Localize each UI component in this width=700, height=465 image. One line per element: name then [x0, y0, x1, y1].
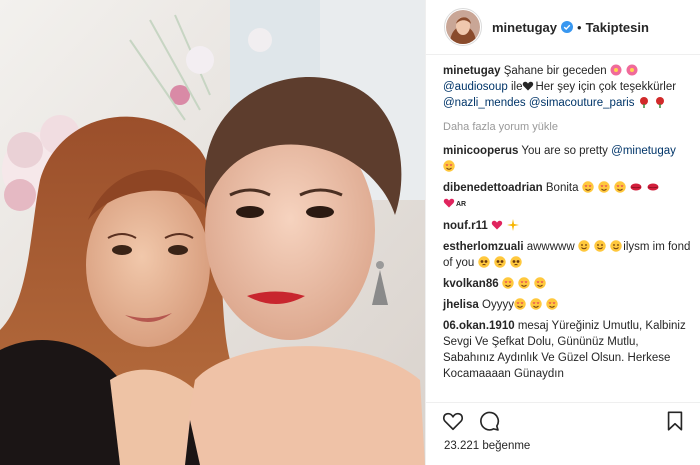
avatar-image — [446, 10, 480, 44]
comment-username[interactable]: kvolkan86 — [443, 278, 499, 290]
comment-username[interactable]: nouf.r11 — [443, 220, 488, 232]
likes-count[interactable]: 23.221 beğenme — [444, 440, 530, 452]
flower-emoji-icon — [610, 64, 622, 76]
heart-eyes-emoji-icon — [530, 298, 542, 310]
comment-item: jhelisa Oyyyy — [443, 297, 691, 313]
comment-item: dibenedettoadrian Bonita AR — [443, 180, 691, 213]
header-username[interactable]: minetugay — [492, 20, 557, 35]
comment-username[interactable]: dibenedettoadrian — [443, 182, 543, 194]
header-separator: • — [577, 19, 582, 35]
caption-text-1: Şahane bir geceden — [503, 65, 607, 77]
instagram-post: minetugay • Takiptesin minetugay Şahane … — [0, 0, 700, 465]
heart-eyes-emoji-icon — [614, 181, 626, 193]
heart-eyes-emoji-icon — [534, 277, 546, 289]
heart-emoji-icon — [522, 80, 534, 92]
comments-list: minetugay Şahane bir geceden @audiosoup … — [426, 63, 700, 401]
comment-username[interactable]: minicooperus — [443, 145, 518, 157]
caption-text-3: Her şey için çok teşekkürler — [535, 81, 677, 93]
heart-eyes-emoji-icon — [514, 298, 526, 310]
verified-badge-icon — [561, 21, 574, 33]
heart-eyes-emoji-icon — [582, 181, 594, 193]
caption-mention-simacouture[interactable]: @simacouture_paris — [529, 97, 635, 109]
pleading-emoji-icon — [510, 256, 522, 268]
comment-item: minicooperus You are so pretty @minetuga… — [443, 143, 691, 175]
comment-item: kvolkan86 — [443, 276, 691, 292]
comment-item: 06.okan.1910 mesaj Yüreğiniz Umutlu, Kal… — [443, 318, 691, 382]
heart-eyes-emoji-icon — [546, 298, 559, 310]
caption-username[interactable]: minetugay — [443, 65, 501, 77]
red-heart-emoji-icon — [491, 219, 503, 231]
heart-eyes-emoji-icon — [443, 160, 455, 172]
post-header: minetugay • Takiptesin — [426, 0, 700, 55]
comment-username[interactable]: 06.okan.1910 — [443, 320, 515, 332]
comment-item: estherlomzuali awwwww ilysm im fond of y… — [443, 239, 691, 271]
flower-emoji-icon — [626, 64, 638, 76]
kiss-lips-emoji-icon — [630, 181, 642, 193]
following-button[interactable]: Takiptesin — [586, 20, 649, 35]
heart-eyes-emoji-icon — [518, 277, 530, 289]
sparkles-emoji-icon — [507, 219, 520, 231]
comment-text: awwwww — [526, 241, 575, 253]
comment-username[interactable]: jhelisa — [443, 299, 479, 311]
pleading-emoji-icon — [477, 256, 490, 268]
red-heart-emoji-icon — [443, 197, 455, 209]
comment-bubble-icon[interactable] — [478, 410, 500, 432]
comment-username[interactable]: estherlomzuali — [443, 241, 524, 253]
post-photo[interactable] — [0, 0, 425, 465]
heart-eyes-emoji-icon — [598, 181, 610, 193]
smiling-emoji-icon — [578, 240, 590, 252]
comment-text: Bonita — [545, 182, 579, 194]
kiss-lips-emoji-icon — [647, 181, 659, 193]
avatar[interactable] — [446, 10, 480, 44]
post-caption: minetugay Şahane bir geceden @audiosoup … — [443, 63, 691, 111]
smiling-emoji-icon — [594, 240, 606, 252]
comment-text: You are so pretty — [521, 145, 608, 157]
caption-mention-audiosoup[interactable]: @audiosoup — [443, 81, 508, 93]
country-badge: AR — [456, 201, 467, 208]
selfie-image — [0, 0, 425, 465]
heart-outline-icon[interactable] — [442, 410, 464, 432]
heart-eyes-emoji-icon — [502, 277, 514, 289]
caption-mention-nazli-mendes[interactable]: @nazli_mendes — [443, 97, 526, 109]
load-more-comments-button[interactable]: Daha fazla yorum yükle — [443, 119, 691, 135]
rose-emoji-icon — [638, 96, 650, 108]
comment-item: nouf.r11 — [443, 218, 691, 234]
smiling-emoji-icon — [610, 240, 622, 252]
pleading-emoji-icon — [494, 256, 506, 268]
comment-mention[interactable]: @minetugay — [611, 145, 676, 157]
rose-emoji-icon — [654, 96, 666, 108]
avatar-ring[interactable] — [444, 8, 482, 46]
post-side-panel: minetugay • Takiptesin minetugay Şahane … — [425, 0, 700, 465]
caption-text-2: ile — [510, 81, 523, 93]
post-action-bar — [426, 402, 700, 438]
bookmark-icon[interactable] — [664, 410, 686, 432]
comment-text: Oyyyy — [482, 299, 514, 311]
